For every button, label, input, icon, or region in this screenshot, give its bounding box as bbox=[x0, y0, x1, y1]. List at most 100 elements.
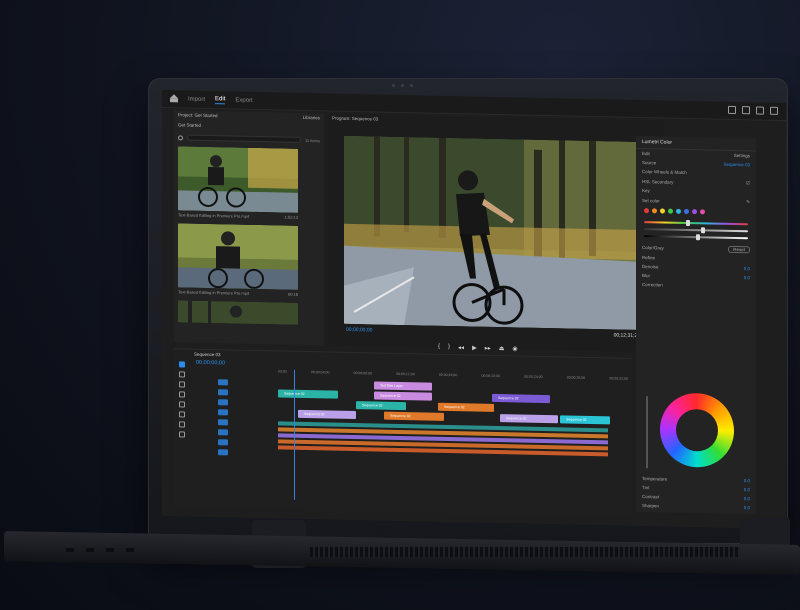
clip-duration: 1:53:13 bbox=[284, 214, 298, 220]
track-header[interactable] bbox=[194, 418, 266, 428]
play-icon[interactable]: ▶ bbox=[472, 344, 477, 351]
clip-thumbnail[interactable] bbox=[178, 146, 298, 213]
color-swatch[interactable] bbox=[652, 208, 657, 214]
timeline-clip[interactable]: Sequence 02 bbox=[492, 393, 550, 404]
hue-slider[interactable] bbox=[644, 221, 748, 226]
timeline-clip[interactable]: Sequence 02 bbox=[278, 389, 338, 399]
search-input[interactable] bbox=[187, 134, 301, 143]
sharpen-label: Sharpen bbox=[642, 503, 660, 509]
track-header[interactable] bbox=[194, 388, 266, 398]
color-swatch[interactable] bbox=[668, 208, 673, 214]
timeline-title[interactable]: Sequence 03 bbox=[194, 352, 221, 358]
clip-card[interactable]: Text-Based Editing in Premiere Pro.mp4 1… bbox=[178, 146, 320, 222]
color-swatch[interactable] bbox=[692, 209, 697, 215]
timeline-panel: Sequence 03 00;00;00;00 00;00 00;00;04;00… bbox=[174, 348, 632, 518]
step-forward-icon[interactable]: ▸▸ bbox=[485, 345, 491, 352]
mark-out-icon[interactable]: } bbox=[448, 344, 450, 351]
track-header[interactable] bbox=[194, 428, 266, 438]
timeline-clip[interactable]: Sequence 02 bbox=[384, 411, 444, 421]
denoise-label: Denoise bbox=[642, 264, 659, 270]
clip-thumbnail[interactable] bbox=[178, 223, 298, 290]
track-header[interactable] bbox=[194, 438, 266, 448]
clip-card[interactable] bbox=[178, 300, 320, 325]
track-header[interactable] bbox=[194, 398, 266, 408]
color-swatch[interactable] bbox=[700, 209, 705, 215]
mark-in-icon[interactable]: { bbox=[438, 344, 440, 351]
luma-slider[interactable] bbox=[644, 235, 748, 240]
sharpen-row[interactable]: Sharpen 0.0 bbox=[636, 501, 756, 513]
hand-icon[interactable] bbox=[179, 421, 185, 428]
track-header[interactable] bbox=[194, 378, 266, 388]
ruler-tick: 00;00 bbox=[278, 369, 287, 374]
wheel-luma-slider[interactable] bbox=[646, 396, 648, 469]
source-label: Source bbox=[642, 160, 657, 166]
denoise-value: 0.0 bbox=[743, 266, 750, 272]
correction-sliders: Temperature 0.0 Tint 0.0 Contrast 0.0 Sharp… bbox=[636, 474, 756, 513]
libraries-tab[interactable]: Libraries bbox=[303, 115, 320, 121]
checkbox-icon[interactable]: ☑ bbox=[746, 180, 750, 186]
usb-port bbox=[126, 548, 134, 552]
type-icon[interactable] bbox=[179, 431, 185, 438]
track-select-icon[interactable] bbox=[179, 371, 185, 378]
lumetri-panel: Lumetri Color Edit Settings Source Seque… bbox=[636, 135, 756, 515]
blur-label: Blur bbox=[642, 273, 651, 279]
correction-row: Correction bbox=[636, 280, 756, 292]
expand-icon[interactable] bbox=[756, 106, 764, 115]
timeline-clip[interactable]: Sequence 02 bbox=[438, 402, 494, 412]
color-wheel[interactable] bbox=[660, 392, 734, 468]
color-swatch[interactable] bbox=[644, 208, 649, 214]
selection-tool-icon[interactable] bbox=[179, 361, 185, 368]
playhead[interactable] bbox=[294, 369, 295, 500]
pen-icon[interactable] bbox=[179, 411, 185, 418]
eyedropper-icon[interactable]: ✎ bbox=[746, 199, 750, 205]
timeline-clip[interactable]: Sequence 02 bbox=[356, 401, 406, 411]
lumetri-tab-settings[interactable]: Settings bbox=[734, 153, 750, 158]
lumetri-tab-edit[interactable]: Edit bbox=[642, 151, 650, 156]
tab-export[interactable]: Export bbox=[235, 97, 252, 103]
lift-icon[interactable]: ⏏ bbox=[499, 345, 505, 352]
clip-card[interactable]: Text-Based Editing in Premiere Pro.mp4 0… bbox=[178, 223, 320, 299]
screen: Import Edit Export Project: Get Started … bbox=[162, 90, 786, 530]
timeline-clips: Ted Title Layer Sequence 02 Sequence 02 … bbox=[278, 379, 628, 496]
color-swatch[interactable] bbox=[676, 208, 681, 214]
panel-icon[interactable] bbox=[742, 106, 750, 115]
contrast-value: 0.0 bbox=[743, 496, 750, 502]
clip-duration: 00:18 bbox=[287, 291, 298, 297]
project-search-row: 11 Items bbox=[178, 132, 320, 145]
color-swatch[interactable] bbox=[660, 208, 665, 214]
ruler-tick: 00;00;12;00 bbox=[396, 371, 415, 377]
color-swatch[interactable] bbox=[684, 208, 689, 215]
track-header[interactable] bbox=[194, 408, 266, 418]
ruler-tick: 00;00;16;00 bbox=[438, 372, 458, 378]
export-frame-icon[interactable]: ◉ bbox=[512, 345, 517, 352]
timeline-clip[interactable]: Sequence 02 bbox=[500, 414, 558, 424]
clip-name: Text-Based Editing in Premiere Pro.mp4 bbox=[178, 212, 250, 219]
step-back-icon[interactable]: ◂◂ bbox=[458, 344, 464, 351]
video-viewer[interactable] bbox=[344, 135, 640, 331]
home-icon[interactable] bbox=[170, 95, 178, 102]
items-count: 11 Items bbox=[304, 137, 320, 143]
track-header[interactable] bbox=[194, 448, 266, 458]
clip-name: Text-Based Editing in Premiere Pro.mp4 bbox=[178, 289, 250, 296]
settings-icon[interactable] bbox=[770, 106, 778, 115]
sequence-label[interactable]: Sequence 03 bbox=[723, 162, 750, 168]
timeline-clip[interactable]: Sequence 02 bbox=[374, 391, 432, 401]
refine-label: Refine bbox=[642, 255, 656, 261]
ripple-edit-icon[interactable] bbox=[179, 381, 185, 388]
timeline-clip[interactable]: Sequence 02 bbox=[298, 409, 356, 420]
slip-icon[interactable] bbox=[179, 401, 185, 408]
saturation-slider[interactable] bbox=[644, 228, 748, 233]
reset-button[interactable]: Reset bbox=[728, 245, 750, 254]
timeline-clip[interactable]: Sequence 02 bbox=[560, 415, 610, 425]
share-icon[interactable] bbox=[728, 105, 736, 115]
correction-label: Correction bbox=[642, 282, 663, 288]
color-swatches bbox=[636, 205, 756, 219]
timeline-clip[interactable]: Ted Title Layer bbox=[374, 381, 432, 391]
razor-icon[interactable] bbox=[179, 391, 185, 398]
tab-import[interactable]: Import bbox=[188, 96, 205, 102]
program-title[interactable]: Program: Sequence 03 bbox=[332, 116, 378, 123]
clip-thumbnail[interactable] bbox=[178, 300, 298, 325]
tab-edit[interactable]: Edit bbox=[215, 95, 226, 104]
color-gray-toggle[interactable]: Color/Gray bbox=[642, 245, 664, 250]
project-title[interactable]: Project: Get Started bbox=[178, 112, 218, 119]
